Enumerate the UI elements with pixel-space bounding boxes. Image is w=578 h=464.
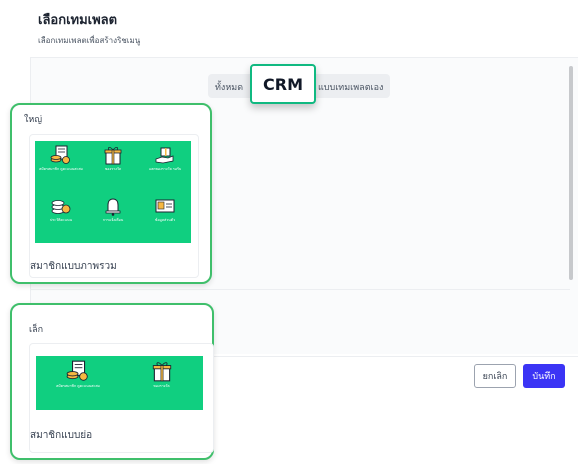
template-card-compact[interactable]: สมัครสมาชิก ดูคะแนนสะสม ของรางวัล สมาชิก…: [29, 343, 214, 453]
tile-rewards: ของรางวัล: [87, 141, 139, 192]
tile-redeem: แลกของรางวัล รอรับ: [139, 141, 191, 192]
page-subtitle: เลือกเทมเพลตเพื่อสร้างริชเมนู: [38, 36, 141, 45]
template-card-name: สมาชิกแบบภาพรวม: [30, 261, 117, 272]
section-label-large: ใหญ่: [24, 115, 42, 125]
tile-member-register: สมัครสมาชิก ดูคะแนนสะสม: [36, 356, 120, 410]
tile-label: ประวัติคะแนน: [49, 218, 73, 222]
tile-label: ของรางวัล: [104, 167, 122, 171]
tile-label: การแจ้งเตือน: [102, 218, 124, 222]
tile-member-register: สมัครสมาชิก ดูคะแนนสะสม: [35, 141, 87, 192]
richmenu-preview-large: สมัครสมาชิก ดูคะแนนสะสม ของรางวัล แลกของ…: [35, 141, 191, 243]
gift-icon: [104, 146, 122, 165]
tile-label: ของรางวัล: [153, 384, 170, 388]
member-card-icon: [50, 145, 70, 164]
gift-icon: [152, 362, 171, 382]
template-card-overview[interactable]: สมัครสมาชิก ดูคะแนนสะสม ของรางวัล แลกของ…: [29, 134, 199, 278]
tile-rewards: ของรางวัล: [120, 356, 203, 410]
section-divider: [30, 289, 570, 290]
template-card-name: สมาชิกแบบย่อ: [30, 430, 93, 441]
member-card-icon: [66, 360, 88, 381]
hand-gift-icon: [155, 147, 174, 164]
bell-icon: [105, 198, 121, 216]
tile-points-history: ประวัติคะแนน: [35, 192, 87, 243]
tile-label: แลกของรางวัล รอรับ: [148, 167, 182, 171]
tile-notifications: การแจ้งเตือน: [87, 192, 139, 243]
tab-all[interactable]: ทั้งหมด: [215, 80, 243, 94]
profile-card-icon: [155, 199, 175, 213]
panel-scrollbar[interactable]: [569, 66, 573, 280]
save-button[interactable]: บันทึก: [523, 364, 565, 388]
richmenu-preview-small: สมัครสมาชิก ดูคะแนนสะสม ของรางวัล: [36, 356, 203, 410]
small-template-callout: เล็ก สมัครสมาชิก ดูคะแนนสะสม ของรางวัล ส…: [10, 303, 214, 460]
tile-label: สมัครสมาชิก ดูคะแนนสะสม: [56, 384, 100, 388]
tab-custom[interactable]: แบบเทมเพลตเอง: [318, 80, 383, 94]
coins-icon: [51, 200, 71, 214]
large-template-callout: ใหญ่ สมัครสมาชิก ดูคะแนนสะสม ของรางวัล แ…: [10, 103, 212, 284]
section-label-small: เล็ก: [29, 325, 44, 335]
tile-profile: ข้อมูลส่วนตัว: [139, 192, 191, 243]
page-title: เลือกเทมเพลต: [38, 13, 118, 28]
tile-label: สมัครสมาชิก ดูคะแนนสะสม: [39, 167, 83, 171]
tab-crm[interactable]: CRM: [250, 64, 316, 104]
tile-label: ข้อมูลส่วนตัว: [154, 218, 176, 222]
cancel-button[interactable]: ยกเลิก: [474, 364, 516, 388]
